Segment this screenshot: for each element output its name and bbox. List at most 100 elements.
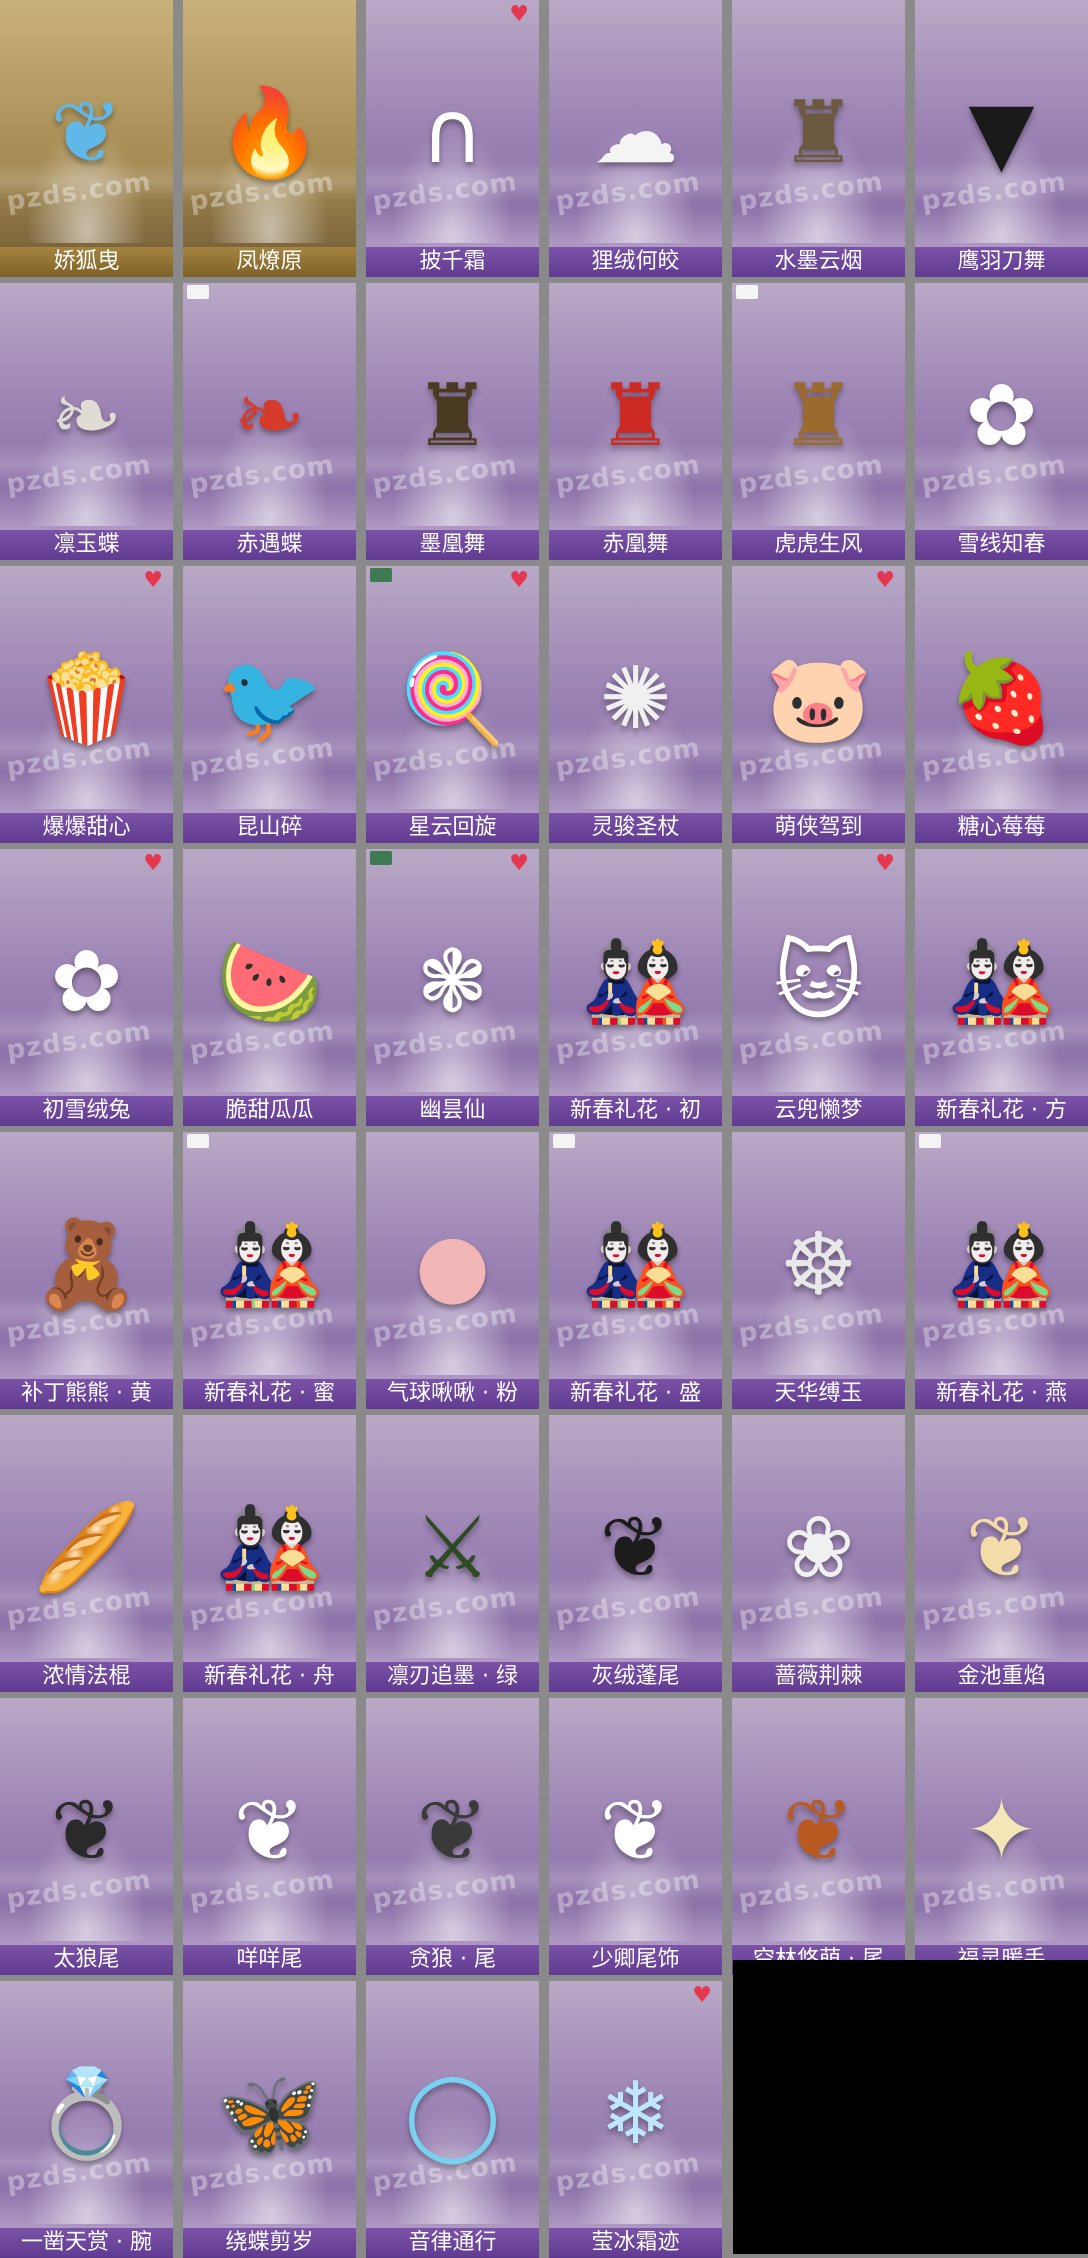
- item-name: 水墨云烟: [732, 247, 905, 277]
- watermelon-icon: 🍉: [215, 931, 324, 1032]
- item-card[interactable]: pzds.com 🎎 新春礼花 · 燕: [915, 1132, 1088, 1409]
- item-name: 少卿尾饰: [549, 1945, 722, 1975]
- item-card[interactable]: pzds.com ✿ ♥ 初雪绒兔: [0, 849, 173, 1126]
- cape-icon: ❧: [50, 365, 123, 466]
- item-name: 咩咩尾: [183, 1945, 356, 1975]
- item-name: 天华缚玉: [732, 1379, 905, 1409]
- tail-icon: ❦: [782, 1780, 855, 1881]
- pendant-icon: ☸: [779, 1214, 858, 1315]
- item-card[interactable]: pzds.com ❦ 太狼尾: [0, 1698, 173, 1975]
- item-name: 脆甜瓜瓜: [183, 1096, 356, 1126]
- item-name: 蔷薇荆棘: [732, 1662, 905, 1692]
- item-card[interactable]: pzds.com 🎎 新春礼花 · 舟: [183, 1415, 356, 1692]
- item-card[interactable]: pzds.com 🔥 凤燎原: [183, 0, 356, 277]
- item-card[interactable]: pzds.com ◯ 音律通行: [366, 1981, 539, 2258]
- item-card[interactable]: pzds.com 🍉 脆甜瓜瓜: [183, 849, 356, 1126]
- bracelet-icon: ◯: [404, 2063, 501, 2164]
- tail-icon: ❦: [599, 1780, 672, 1881]
- item-card[interactable]: pzds.com ☁ 狸绒何皎: [549, 0, 722, 277]
- item-card[interactable]: pzds.com ❦ 咩咩尾: [183, 1698, 356, 1975]
- item-name: 新春礼花 · 蜜: [183, 1379, 356, 1409]
- item-card[interactable]: pzds.com ✺ 灵骏圣杖: [549, 566, 722, 843]
- item-name: 太狼尾: [0, 1945, 173, 1975]
- blank-area: [733, 1960, 1088, 2254]
- item-card[interactable]: pzds.com ❧ 凛玉蝶: [0, 283, 173, 560]
- item-name: 新春礼花 · 方: [915, 1096, 1088, 1126]
- item-card[interactable]: pzds.com ❃ ♥ 幽昙仙: [366, 849, 539, 1126]
- item-card[interactable]: pzds.com ❧ 赤遇蝶: [183, 283, 356, 560]
- item-card[interactable]: pzds.com 🧸 补丁熊熊 · 黄: [0, 1132, 173, 1409]
- chibi-icon: 🎎: [947, 931, 1056, 1032]
- item-card[interactable]: pzds.com 🎎 新春礼花 · 盛: [549, 1132, 722, 1409]
- item-name: 鹰羽刀舞: [915, 247, 1088, 277]
- item-name: 昆山碎: [183, 813, 356, 843]
- heart-icon: ♥: [509, 851, 529, 876]
- item-name: 糖心莓莓: [915, 813, 1088, 843]
- chibi-icon: 🎎: [581, 931, 690, 1032]
- cat-bag-icon: 🐱: [773, 931, 864, 1032]
- item-name: 娇狐曳: [0, 247, 173, 277]
- item-card[interactable]: pzds.com 🎎 新春礼花 · 蜜: [183, 1132, 356, 1409]
- item-card[interactable]: pzds.com ❀ 蔷薇荆棘: [732, 1415, 905, 1692]
- item-card[interactable]: pzds.com 🍿 ♥ 爆爆甜心: [0, 566, 173, 843]
- item-card[interactable]: pzds.com ❦ 贪狼 · 尾: [366, 1698, 539, 1975]
- thorn-icon: ❀: [782, 1497, 855, 1598]
- item-name: 雪线知春: [915, 530, 1088, 560]
- item-card[interactable]: pzds.com 🎎 新春礼花 · 方: [915, 849, 1088, 1126]
- tail-icon: ❦: [233, 1780, 306, 1881]
- cape-icon: ❧: [233, 365, 306, 466]
- item-card[interactable]: pzds.com ● 气球啾啾 · 粉: [366, 1132, 539, 1409]
- balloon-icon: ●: [414, 1214, 491, 1315]
- item-name: 云兜懒梦: [732, 1096, 905, 1126]
- item-card[interactable]: pzds.com 🦋 绕蝶剪岁: [183, 1981, 356, 2258]
- robe-icon: ♜: [413, 365, 492, 466]
- item-name: 萌侠驾到: [732, 813, 905, 843]
- item-card[interactable]: pzds.com ▼ 鹰羽刀舞: [915, 0, 1088, 277]
- item-card[interactable]: pzds.com 🐱 ♥ 云兜懒梦: [732, 849, 905, 1126]
- lollipop-icon: 🍭: [398, 648, 507, 749]
- robe-icon: ♜: [596, 365, 675, 466]
- item-card[interactable]: pzds.com❦空林悠萌 · 尾: [732, 1698, 905, 1975]
- flame-icon: 🔥: [215, 82, 324, 183]
- item-card[interactable]: pzds.com 🎎 新春礼花 · 初: [549, 849, 722, 1126]
- item-card[interactable]: pzds.com ⚔ 凛刃追墨 · 绿: [366, 1415, 539, 1692]
- item-card[interactable]: pzds.com ❦ 金池重焰: [915, 1415, 1088, 1692]
- item-name: 浓情法棍: [0, 1662, 173, 1692]
- tail-icon: ❦: [965, 1497, 1038, 1598]
- item-card[interactable]: pzds.com ❦ 少卿尾饰: [549, 1698, 722, 1975]
- item-card[interactable]: pzds.com 🍓 糖心莓莓: [915, 566, 1088, 843]
- item-grid: pzds.com ❦ 娇狐曳 pzds.com 🔥 凤燎原 pzds.com ∩ ♥ 披千霜 pzd…: [0, 0, 1088, 2258]
- chibi-icon: 🎎: [581, 1214, 690, 1315]
- item-card[interactable]: pzds.com ❄ ♥ 莹冰霜迹: [549, 1981, 722, 2258]
- item-card[interactable]: pzds.com 🥖 浓情法棍: [0, 1415, 173, 1692]
- tiger-robe-icon: ♜: [779, 365, 858, 466]
- item-name: 凛玉蝶: [0, 530, 173, 560]
- corner-badge-icon: [736, 285, 758, 299]
- item-card[interactable]: pzds.com ❦ 娇狐曳: [0, 0, 173, 277]
- item-name: 凤燎原: [183, 247, 356, 277]
- item-card[interactable]: pzds.com ♜ 墨凰舞: [366, 283, 539, 560]
- item-name: 贪狼 · 尾: [366, 1945, 539, 1975]
- item-card[interactable]: pzds.com 💍 一凿天赏 · 腕: [0, 1981, 173, 2258]
- item-card[interactable]: pzds.com ∩ ♥ 披千霜: [366, 0, 539, 277]
- item-card[interactable]: pzds.com ♜ 水墨云烟: [732, 0, 905, 277]
- tail-icon: ❦: [50, 1780, 123, 1881]
- item-card[interactable]: pzds.com ❦ 灰绒蓬尾: [549, 1415, 722, 1692]
- staff-icon: ✺: [599, 648, 672, 749]
- item-card[interactable]: pzds.com ♜ 赤凰舞: [549, 283, 722, 560]
- chibi-icon: 🎎: [947, 1214, 1056, 1315]
- baguette-icon: 🥖: [32, 1497, 141, 1598]
- item-card[interactable]: pzds.com 🐦 昆山碎: [183, 566, 356, 843]
- rabbit-icon: ✿: [965, 365, 1038, 466]
- hand-warmer-icon: ✦: [965, 1780, 1038, 1881]
- item-card[interactable]: pzds.com 🐷 ♥ 萌侠驾到: [732, 566, 905, 843]
- item-card[interactable]: pzds.com ☸ 天华缚玉: [732, 1132, 905, 1409]
- item-card[interactable]: pzds.com ♜ 虎虎生风: [732, 283, 905, 560]
- item-card[interactable]: pzds.com✦福灵暖手: [915, 1698, 1088, 1975]
- item-card[interactable]: pzds.com 🍭 ♥ 星云回旋: [366, 566, 539, 843]
- item-card[interactable]: pzds.com ✿ 雪线知春: [915, 283, 1088, 560]
- popcorn-icon: 🍿: [32, 648, 141, 749]
- fur-collar-icon: ∩: [421, 82, 484, 183]
- corner-badge-icon: [187, 285, 209, 299]
- bird-icon: 🐦: [215, 648, 324, 749]
